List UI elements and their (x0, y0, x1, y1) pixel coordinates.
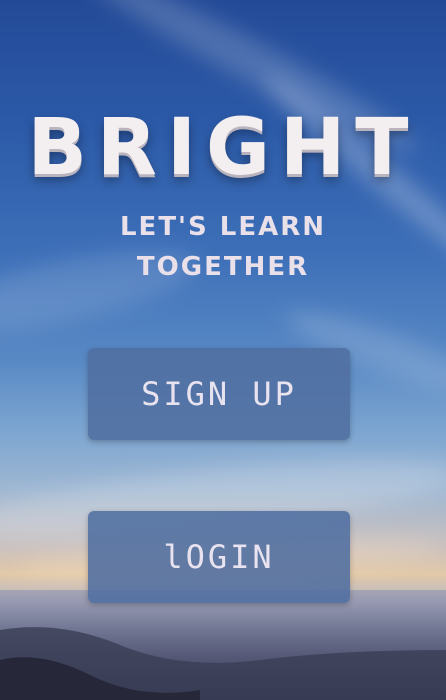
login-button[interactable]: lOGIN (88, 511, 350, 603)
shoreline-background (0, 590, 446, 700)
tagline-line-2: TOGETHER (136, 252, 310, 282)
tagline-line-1: LET'S LEARN (119, 212, 327, 242)
sign-up-button[interactable]: SIGN UP (88, 348, 350, 440)
app-logo: BRIGHT (27, 103, 419, 193)
splash-screen: BRIGHT LET'S LEARN TOGETHER SIGN UP lOGI… (0, 0, 446, 700)
